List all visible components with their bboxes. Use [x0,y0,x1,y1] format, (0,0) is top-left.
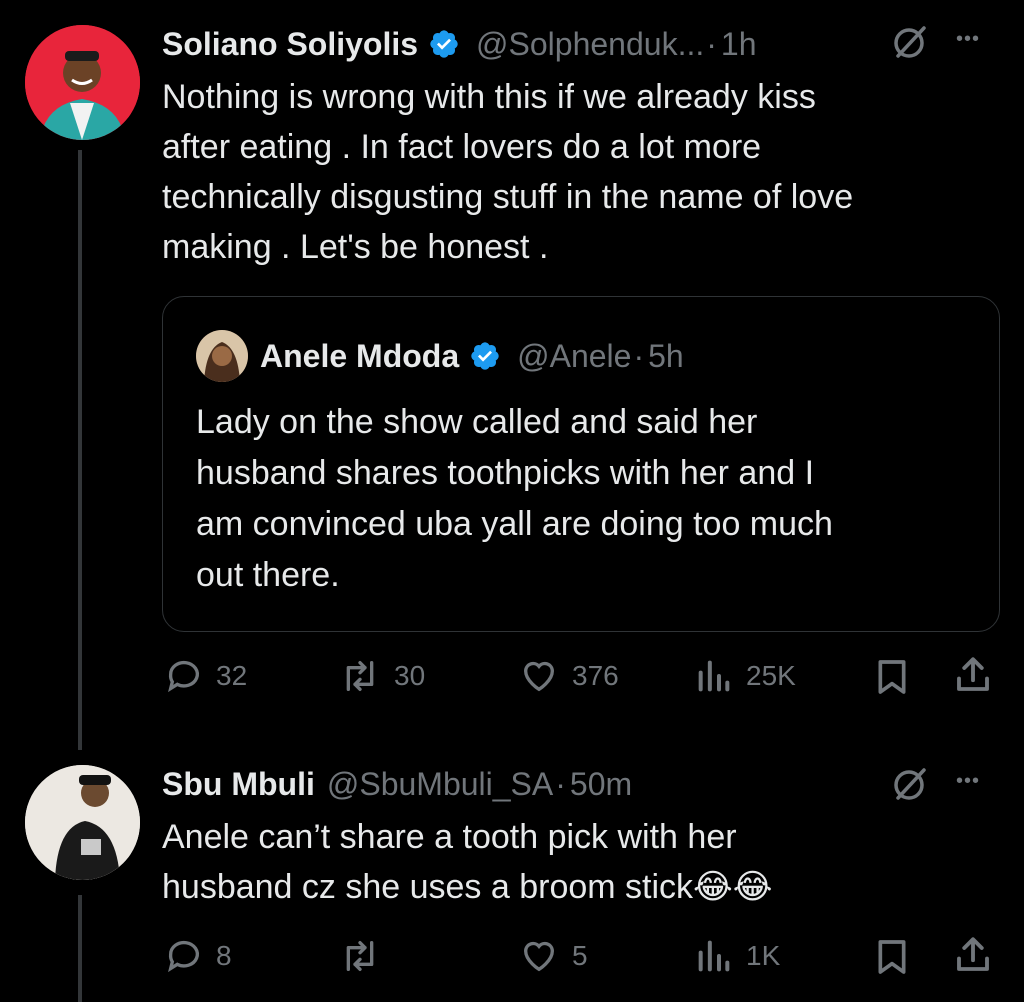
views-button[interactable]: 25K [694,656,796,696]
timestamp[interactable]: 50m [570,766,632,803]
quote-text-line: Lady on the show called and said her [196,403,758,441]
quote-avatar-image [196,330,248,382]
tweet-text-line: Nothing is wrong with this if we already… [162,78,816,116]
like-count: 376 [572,660,619,691]
separator: · [555,765,566,802]
avatar-image [25,25,140,140]
author-name[interactable]: Soliano Soliyolis [162,26,418,63]
views-count: 25K [746,660,796,691]
bookmark-icon[interactable] [872,936,912,978]
quote-author-handle[interactable]: @Anele [517,338,631,375]
repost-count: 30 [394,660,426,691]
author-name[interactable]: Sbu Mbuli [162,766,315,803]
quote-author-name[interactable]: Anele Mdoda [260,338,459,375]
separator: · [633,337,645,374]
quote-timestamp[interactable]: 5h [648,338,684,375]
tweet-text: Nothing is wrong with this if we already… [162,72,1002,272]
thread-line [78,150,82,750]
tweet-text-line: Anele can’t share a tooth pick with her [162,818,737,856]
avatar-image [25,765,140,880]
quoted-tweet[interactable]: Anele Mdoda @Anele · 5h Lady on the show… [162,296,1000,632]
like-count: 5 [572,940,588,971]
repost-icon [346,941,374,971]
repost-button[interactable] [338,936,382,976]
author-handle[interactable]: @Solphenduk... [476,26,704,63]
verified-badge-icon [471,342,499,370]
avatar[interactable] [25,25,140,140]
views-count: 1K [746,940,781,971]
views-button[interactable]: 1K [694,936,780,976]
thread-line-bottom [78,895,82,1002]
tweet-text-line: husband cz she uses a broom stick😂😂 [162,868,773,906]
reply-icon [168,940,199,973]
repost-icon [346,661,374,691]
repost-button[interactable]: 30 [338,656,425,696]
like-button[interactable]: 5 [518,936,588,976]
views-icon [698,660,730,692]
grok-icon[interactable] [890,22,930,62]
quote-avatar[interactable] [196,330,248,382]
share-icon[interactable] [952,934,994,976]
reply-count: 8 [216,940,232,971]
bookmark-icon[interactable] [872,656,912,698]
quote-text-line: am convinced uba yall are doing too much [196,505,833,543]
quote-text-line: husband shares toothpicks with her and I [196,454,815,492]
avatar[interactable] [25,765,140,880]
like-button[interactable]: 376 [518,656,619,696]
like-icon [523,661,555,692]
views-icon [698,940,730,972]
reply-button[interactable]: 8 [164,936,232,976]
quote-text: Lady on the show called and said her hus… [196,397,976,601]
reply-icon [168,660,199,693]
separator: · [706,25,717,62]
reply-button[interactable]: 32 [164,656,247,696]
share-icon[interactable] [952,654,994,696]
tweet-text: Anele can’t share a tooth pick with her … [162,812,1002,912]
tweet2-header: Sbu Mbuli @SbuMbuli_SA · 50m [162,760,632,808]
author-handle[interactable]: @SbuMbuli_SA [327,766,553,803]
verified-badge-icon [430,30,458,58]
grok-icon[interactable] [890,764,930,804]
tweet-text-line: after eating . In fact lovers do a lot m… [162,128,762,166]
like-icon [523,941,555,972]
tweet-text-line: making . Let's be honest . [162,228,549,266]
timestamp[interactable]: 1h [721,26,757,63]
more-icon[interactable]: ••• [956,770,980,793]
reply-count: 32 [216,660,248,691]
tweet-text-line: technically disgusting stuff in the name… [162,178,854,216]
quote-header: Anele Mdoda @Anele · 5h [260,333,684,379]
more-icon[interactable]: ••• [956,28,980,51]
tweet1-header: Soliano Soliyolis @Solphenduk... · 1h [162,20,756,68]
quote-text-line: out there. [196,556,340,594]
